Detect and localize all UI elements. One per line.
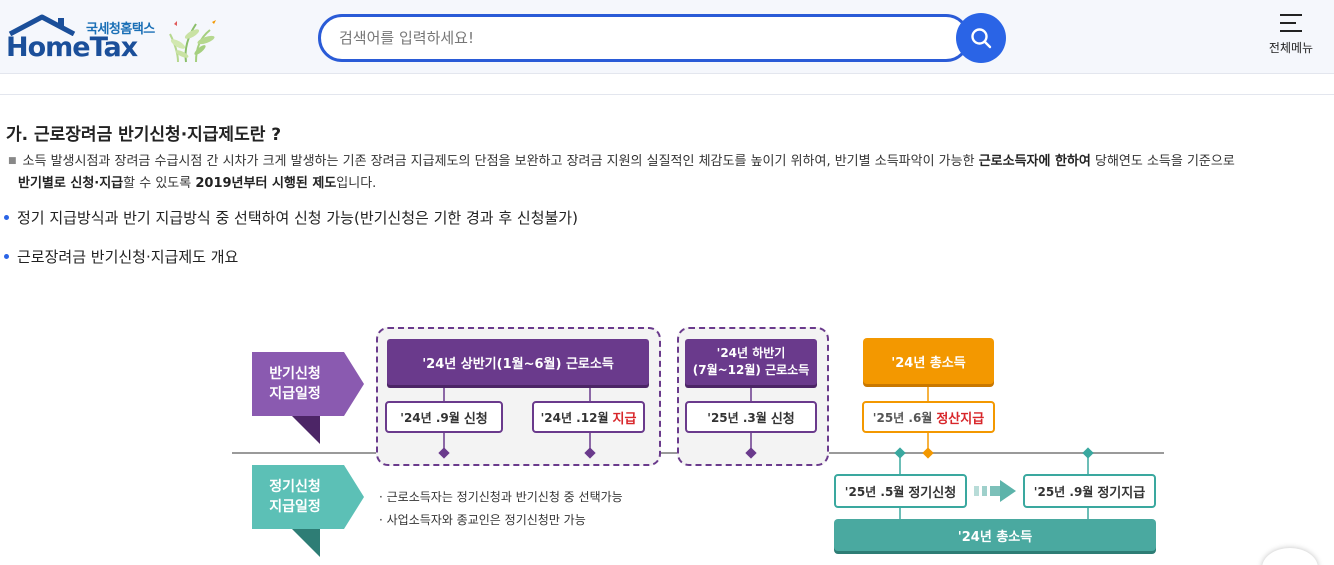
apply-mar-box: '25년 .3월 신청 (685, 401, 817, 433)
note-business: · 사업소득자와 종교인은 정기신청만 가능 (379, 513, 586, 527)
section-heading: 가. 근로장려금 반기신청·지급제도란 ? (6, 125, 282, 145)
date-text: '25년 .9월 (1033, 484, 1094, 499)
apply-sep-box: '24년 .9월 신청 (385, 401, 503, 433)
section-divider (0, 94, 1334, 95)
para-text-4: 입니다. (336, 176, 377, 191)
para-text-1: 소득 발생시점과 장려금 수급시점 간 시차가 크게 발생하는 기존 장려금 지… (22, 154, 979, 169)
para-bold-1: 근로소득자에 한하여 (978, 154, 1091, 169)
total-income-top-box: '24년 총소득 (863, 338, 994, 384)
full-menu-button[interactable]: 전체메뉴 (1262, 12, 1320, 68)
hometax-logo[interactable]: 국세청홈택스 HomeTax (6, 14, 226, 66)
action-text: 신청 (770, 411, 795, 427)
para-bold-2: 반기별로 신청·지급 (18, 176, 124, 191)
bullet-text: 정기 지급방식과 반기 지급방식 중 선택하여 신청 가능(반기신청은 기한 경… (17, 209, 578, 227)
search-input[interactable] (339, 17, 939, 59)
regular-pay-sep-box: '25년 .9월 정기지급 (1023, 474, 1156, 508)
description-paragraph: ■ 소득 발생시점과 장려금 수급시점 간 시차가 크게 발생하는 기존 장려금 … (8, 150, 1334, 195)
arrow-right-icon (1000, 480, 1016, 502)
action-text: 신청 (463, 411, 488, 427)
bamboo-decoration-icon (169, 20, 216, 63)
date-text: '24년 .9월 (400, 410, 460, 425)
hamburger-menu-icon (1280, 14, 1302, 32)
regular-apply-may-box: '25년 .5월 정기신청 (834, 474, 967, 508)
logo-english-text: HomeTax (6, 32, 138, 63)
blue-dot-icon (4, 254, 9, 259)
floating-help-button[interactable] (1262, 548, 1318, 565)
action-text: 정기신청 (908, 485, 957, 501)
total-income-bottom-bar: '24년 총소득 (834, 519, 1156, 551)
search-button[interactable] (956, 13, 1006, 63)
second-half-income-box: '24년 하반기 (7월~12월) 근로소득 (685, 339, 817, 385)
date-text: '24년 .12월 (540, 410, 609, 425)
pay-dec-box: '24년 .12월 지급 (532, 401, 645, 433)
first-half-income-box: '24년 상반기(1월~6월) 근로소득 (387, 339, 649, 385)
blue-dot-icon (4, 215, 9, 220)
date-text: '25년 .6월 (872, 410, 933, 425)
settle-jun-box: '25년 .6월 정산지급 (862, 401, 995, 433)
bullet-item-overview: 근로장려금 반기신청·지급제도 개요 (4, 246, 238, 267)
schedule-diagram: 반기신청 지급일정 정기신청 지급일정 '24년 상반기(1월~6월) 근로소득… (226, 322, 1171, 565)
note-worker: · 근로소득자는 정기신청과 반기신청 중 선택가능 (379, 490, 623, 504)
search-icon (971, 28, 992, 49)
date-text: '25년 .3월 (707, 410, 767, 425)
action-text: 정기지급 (1097, 485, 1146, 501)
action-text: 지급 (612, 411, 637, 427)
square-bullet-icon: ■ (8, 156, 17, 166)
para-text-2: 당해연도 소득을 기준으로 (1090, 154, 1235, 169)
para-bold-3: 2019년부터 시행된 제도 (195, 176, 337, 191)
bullet-text: 근로장려금 반기신청·지급제도 개요 (17, 248, 239, 266)
full-menu-label: 전체메뉴 (1268, 41, 1314, 55)
search-box (318, 14, 970, 62)
bullet-item-choice: 정기 지급방식과 반기 지급방식 중 선택하여 신청 가능(반기신청은 기한 경… (4, 207, 578, 228)
header: 국세청홈택스 HomeTax 전체메뉴 (0, 0, 1334, 74)
date-text: '25년 .5월 (844, 484, 905, 499)
para-text-3: 할 수 있도록 (123, 176, 196, 191)
action-text: 정산지급 (936, 411, 985, 427)
